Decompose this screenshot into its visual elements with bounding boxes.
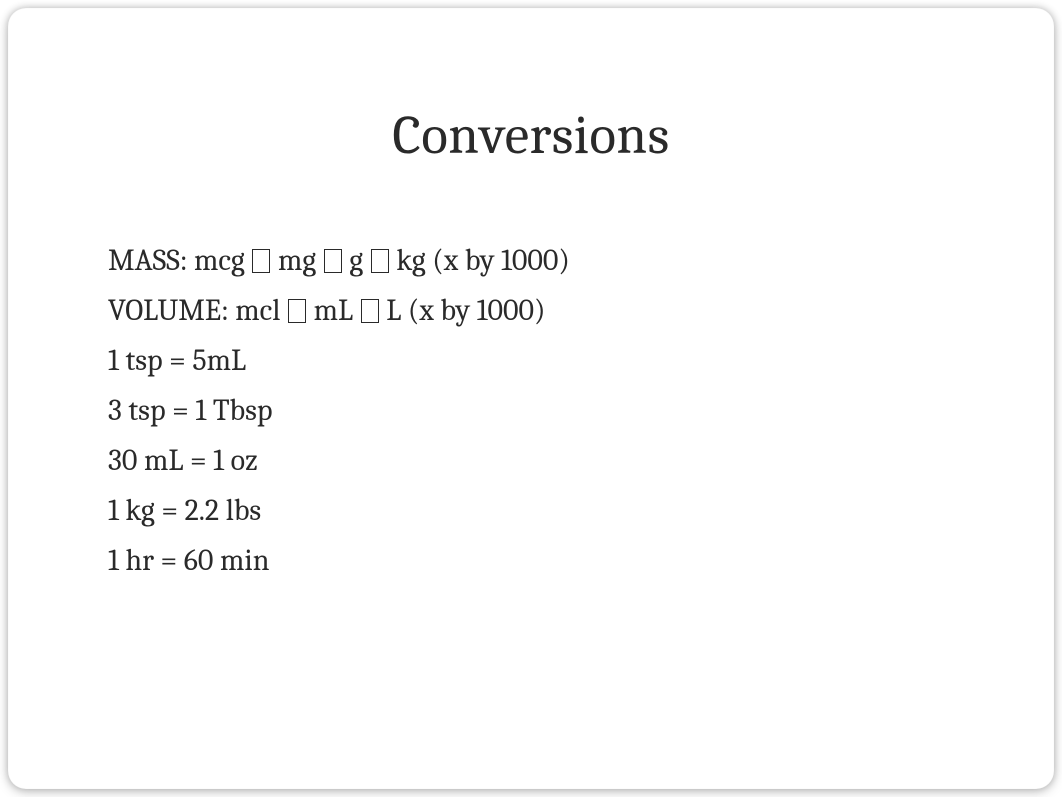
volume-prefix: VOLUME: mcl	[108, 293, 287, 328]
slide-title: Conversions	[8, 8, 1054, 167]
tsp-ml-line: 1 tsp = 5mL	[108, 337, 1054, 385]
content-body: MASS: mcg mg g kg (x by 1000) VOLUME: mc…	[8, 167, 1054, 585]
mass-seg1: mg	[271, 243, 322, 278]
mass-seg3: kg (x by 1000)	[390, 243, 570, 278]
volume-seg1: mL	[307, 293, 360, 328]
mass-prefix: MASS: mcg	[108, 243, 251, 278]
hr-min-line: 1 hr = 60 min	[108, 537, 1054, 585]
ml-oz-line: 30 mL = 1 oz	[108, 437, 1054, 485]
slide-container: Conversions MASS: mcg mg g kg (x by 1000…	[8, 8, 1054, 789]
volume-seg2: L (x by 1000)	[380, 293, 546, 328]
tsp-tbsp-line: 3 tsp = 1 Tbsp	[108, 387, 1054, 435]
mass-line: MASS: mcg mg g kg (x by 1000)	[108, 237, 1054, 285]
volume-line: VOLUME: mcl mL L (x by 1000)	[108, 287, 1054, 335]
missing-glyph-icon	[324, 249, 342, 273]
missing-glyph-icon	[371, 249, 389, 273]
mass-seg2: g	[343, 243, 370, 278]
kg-lbs-line: 1 kg = 2.2 lbs	[108, 487, 1054, 535]
missing-glyph-icon	[252, 249, 270, 273]
missing-glyph-icon	[288, 299, 306, 323]
missing-glyph-icon	[361, 299, 379, 323]
